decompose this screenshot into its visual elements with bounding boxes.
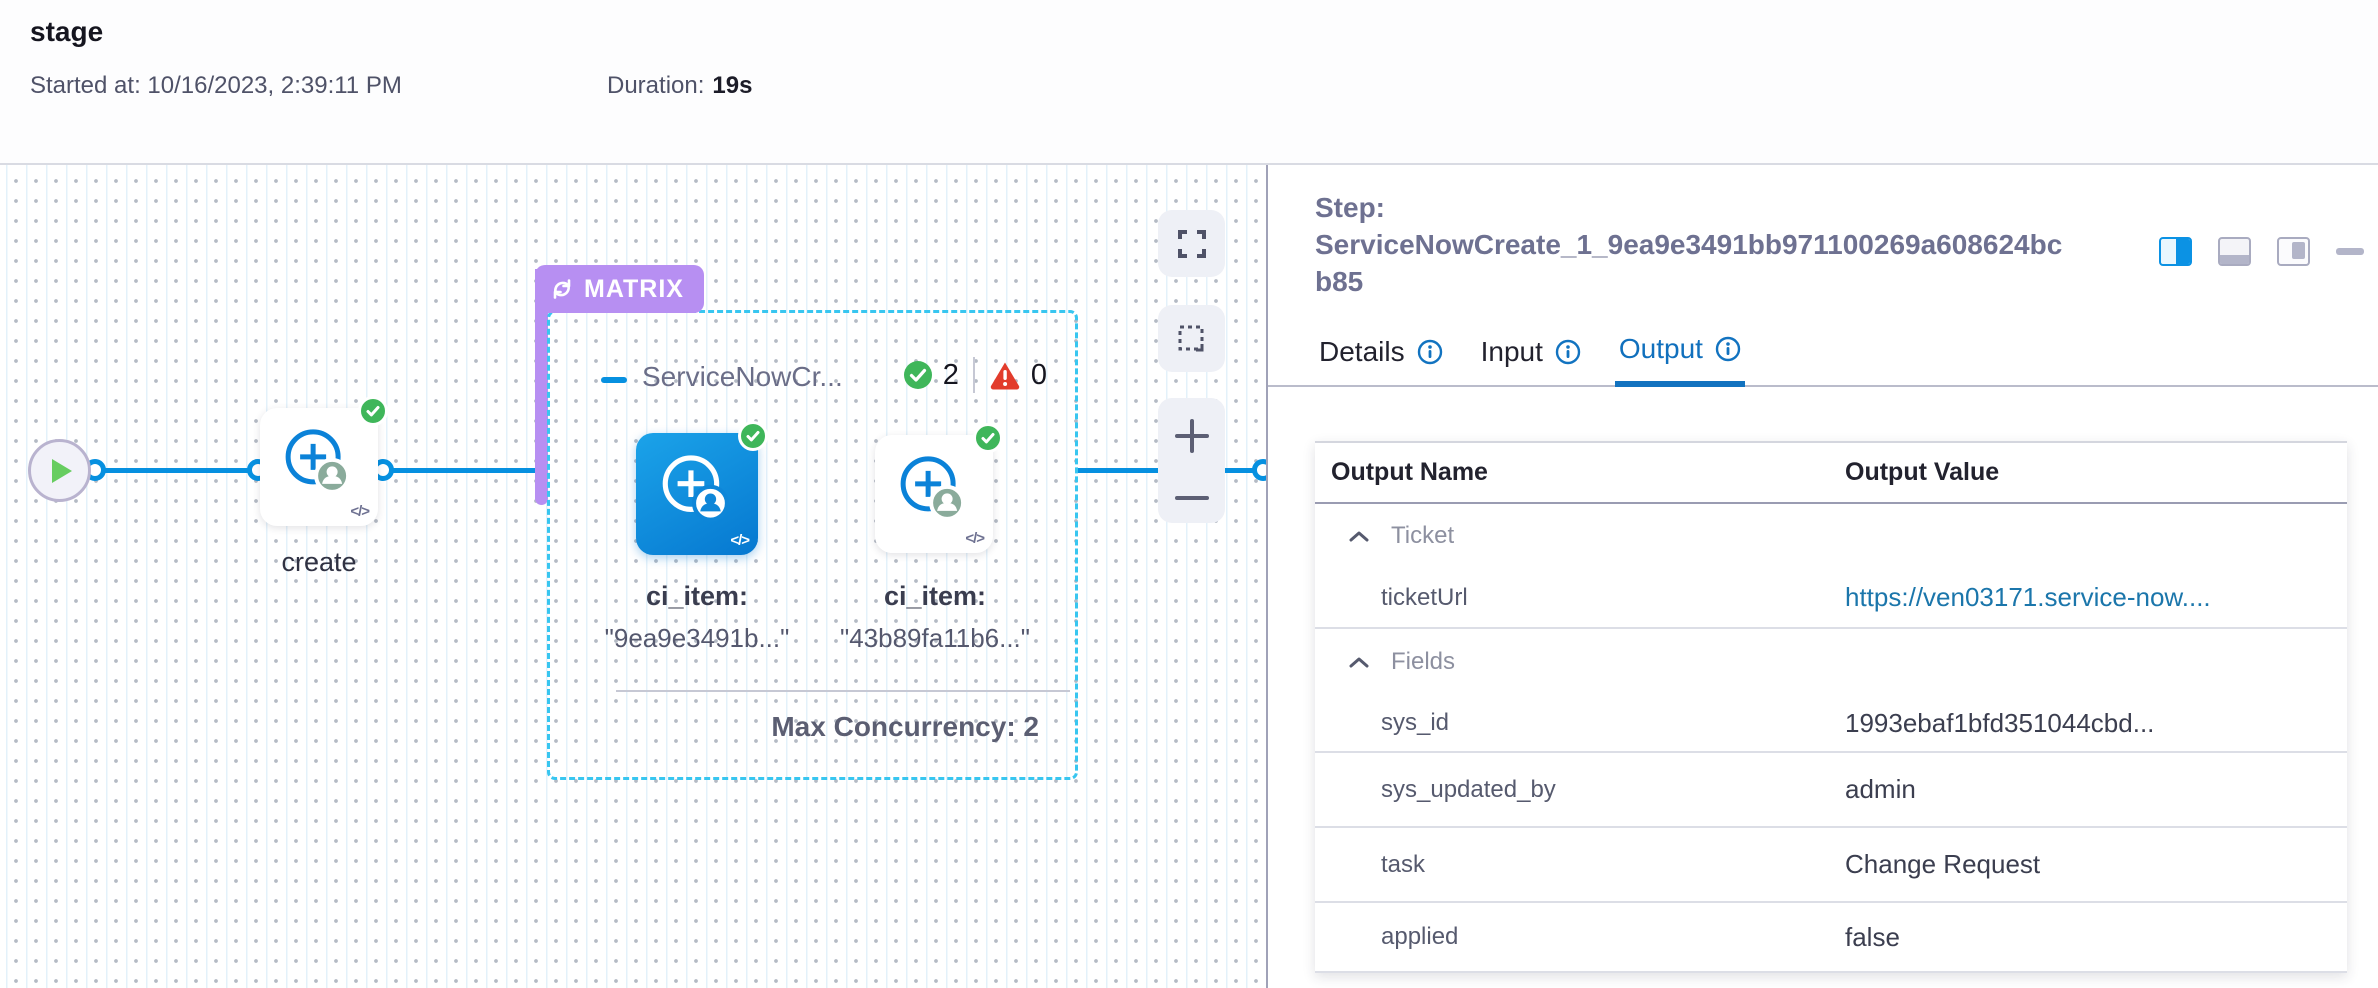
matrix-badge-label: MATRIX bbox=[584, 275, 684, 304]
success-check-icon bbox=[738, 421, 768, 451]
output-name: sys_id bbox=[1315, 709, 1845, 737]
output-name: applied bbox=[1315, 923, 1845, 951]
matrix-step-node-2[interactable]: </> bbox=[875, 435, 993, 553]
output-table-header: Output Name Output Value bbox=[1315, 443, 2347, 504]
collapse-matrix-button[interactable] bbox=[601, 377, 627, 383]
pipeline-canvas[interactable]: </> create MATRIX ServiceNowCr... bbox=[0, 165, 1266, 988]
right-panel-layout-button[interactable] bbox=[2159, 237, 2192, 266]
play-icon bbox=[52, 459, 72, 483]
max-concurrency-label: Max Concurrency: 2 bbox=[771, 711, 1039, 743]
tab-input[interactable]: Input bbox=[1477, 333, 1585, 387]
code-tag: </> bbox=[730, 532, 749, 549]
output-value: 1993ebaf1bfd351044cbd... bbox=[1845, 708, 2154, 739]
code-tag: </> bbox=[965, 530, 984, 547]
matrix-badge[interactable]: MATRIX bbox=[535, 265, 704, 313]
zoom-out-button[interactable] bbox=[1175, 494, 1209, 502]
fit-to-screen-button[interactable] bbox=[1158, 210, 1225, 277]
tab-details[interactable]: Details bbox=[1315, 333, 1447, 387]
matrix-step-1-value: "9ea9e3491b..." bbox=[605, 623, 790, 654]
servicenow-create-icon bbox=[657, 450, 731, 529]
matrix-group-box: ServiceNowCr... 2 0 bbox=[547, 310, 1078, 780]
column-output-value: Output Value bbox=[1845, 458, 1999, 487]
matrix-step-node-1[interactable]: </> bbox=[636, 433, 758, 555]
servicenow-create-icon bbox=[895, 451, 967, 528]
minimize-panel-button[interactable] bbox=[2336, 248, 2364, 255]
tab-output[interactable]: Output bbox=[1615, 333, 1745, 387]
stage-header: stage Started at: 10/16/2023, 2:39:11 PM… bbox=[0, 0, 2378, 165]
output-value: admin bbox=[1845, 774, 1916, 805]
loop-icon bbox=[549, 276, 575, 302]
matrix-status-summary[interactable]: 2 0 bbox=[903, 357, 1047, 393]
edge-create-to-matrix bbox=[380, 468, 538, 473]
success-count: 2 bbox=[943, 359, 959, 392]
step-label-create: create bbox=[281, 547, 356, 578]
output-name: ticketUrl bbox=[1315, 584, 1845, 612]
table-row: sys_id 1993ebaf1bfd351044cbd... bbox=[1315, 695, 2347, 753]
marquee-select-button[interactable] bbox=[1158, 305, 1225, 372]
chevron-up-icon bbox=[1349, 656, 1369, 668]
output-name: task bbox=[1315, 851, 1845, 879]
step-details-panel: Step: ServiceNowCreate_1_9ea9e3491bb9711… bbox=[1266, 165, 2378, 988]
floating-panel-layout-button[interactable] bbox=[2277, 237, 2310, 266]
group-row-ticket[interactable]: Ticket bbox=[1315, 504, 2347, 568]
success-check-icon bbox=[358, 396, 388, 426]
duration-text: Duration:19s bbox=[607, 72, 752, 100]
matrix-step-2-value: "43b89fa11b6..." bbox=[840, 623, 1030, 654]
matrix-divider bbox=[616, 690, 1070, 692]
step-heading: Step: ServiceNowCreate_1_9ea9e3491bb9711… bbox=[1315, 189, 2115, 300]
matrix-step-name[interactable]: ServiceNowCr... bbox=[642, 361, 843, 393]
step-node-create[interactable]: </> bbox=[260, 408, 378, 526]
matrix-step-1-key: ci_item: bbox=[646, 581, 748, 612]
zoom-controls bbox=[1158, 398, 1225, 523]
group-row-fields[interactable]: Fields bbox=[1315, 629, 2347, 695]
column-output-name: Output Name bbox=[1315, 458, 1845, 487]
chevron-up-icon bbox=[1349, 530, 1369, 542]
pipeline-execution-view: stage Started at: 10/16/2023, 2:39:11 PM… bbox=[0, 0, 2378, 988]
table-row: applied false bbox=[1315, 903, 2347, 973]
started-at-text: Started at: 10/16/2023, 2:39:11 PM bbox=[30, 72, 402, 100]
status-separator bbox=[973, 357, 975, 393]
fullscreen-icon bbox=[1178, 230, 1206, 258]
failed-count: 0 bbox=[1031, 359, 1047, 392]
marquee-selection-icon bbox=[1177, 324, 1207, 354]
bottom-panel-layout-button[interactable] bbox=[2218, 237, 2251, 266]
output-name: sys_updated_by bbox=[1315, 776, 1845, 804]
output-value: Change Request bbox=[1845, 849, 2040, 880]
stage-start-node[interactable] bbox=[28, 439, 91, 502]
edge-connector-dot bbox=[1252, 459, 1266, 481]
page-title: stage bbox=[30, 16, 103, 48]
success-check-icon bbox=[973, 423, 1003, 453]
zoom-in-button[interactable] bbox=[1175, 419, 1209, 453]
info-icon bbox=[1555, 339, 1581, 365]
table-row: task Change Request bbox=[1315, 828, 2347, 903]
edge-start-to-create bbox=[88, 468, 262, 473]
panel-layout-controls bbox=[2159, 237, 2364, 266]
ticket-url-link[interactable]: https://ven03171.service-now.... bbox=[1845, 582, 2211, 613]
panel-tabs: Details Input Output bbox=[1268, 333, 2378, 387]
matrix-step-2-key: ci_item: bbox=[884, 581, 986, 612]
table-row: sys_updated_by admin bbox=[1315, 753, 2347, 828]
warning-triangle-icon bbox=[989, 360, 1021, 390]
code-tag: </> bbox=[350, 503, 369, 520]
info-icon bbox=[1715, 336, 1741, 362]
output-value: false bbox=[1845, 922, 1900, 953]
output-table: Output Name Output Value Ticket ticketUr… bbox=[1315, 441, 2347, 973]
info-icon bbox=[1417, 339, 1443, 365]
servicenow-create-icon bbox=[280, 424, 352, 501]
success-check-icon bbox=[903, 360, 933, 390]
table-row: ticketUrl https://ven03171.service-now..… bbox=[1315, 568, 2347, 629]
